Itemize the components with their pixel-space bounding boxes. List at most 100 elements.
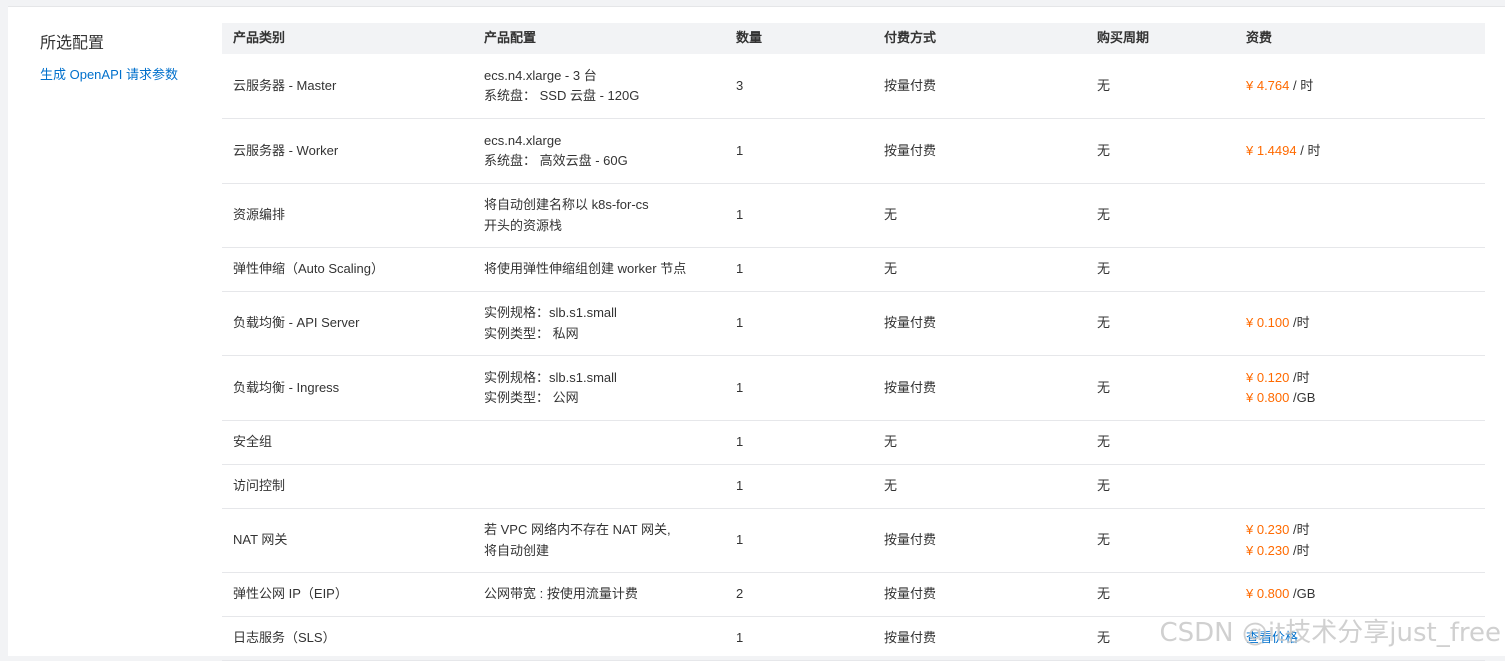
cell-period: 无 — [1097, 315, 1111, 331]
config-line: ecs.n4.xlarge — [484, 132, 562, 148]
cell-quantity: 1 — [736, 261, 744, 277]
cell-payment: 按量付费 — [884, 142, 937, 158]
cell-payment: 按量付费 — [884, 315, 937, 331]
config-panel: 所选配置 生成 OpenAPI 请求参数 产品类别 产品配置 数量 付费方式 购… — [8, 6, 1505, 661]
cell-category: 安全组 — [233, 434, 273, 450]
config-line: 实例类型： 私网 — [484, 325, 579, 341]
table-body: 云服务器 - Master ecs.n4.xlarge - 3 台系统盘： SSD… — [222, 54, 1485, 661]
fee-line: ¥ 1.4494 / 时 — [1246, 141, 1485, 162]
config-line: 系统盘： SSD 云盘 - 120G — [484, 88, 640, 103]
header-category: 产品类别 — [233, 30, 286, 46]
fee-line: ¥ 0.100 /时 — [1246, 313, 1485, 334]
cell-config: 将使用弹性伸缩组创建 worker 节点 — [473, 259, 725, 280]
cell-config: 实例规格：slb.s1.small 实例类型： 私网 — [473, 303, 725, 344]
cell-period: 无 — [1097, 478, 1111, 494]
fee-unit: /时 — [1289, 522, 1310, 537]
generate-openapi-link[interactable]: 生成 OpenAPI 请求参数 — [40, 64, 178, 83]
cell-quantity: 1 — [736, 630, 744, 646]
cell-fee: ¥ 0.100 /时 — [1235, 313, 1485, 334]
config-line: 实例类型： 公网 — [484, 390, 579, 405]
cell-config: ecs.n4.xlarge 系统盘： 高效云盘 - 60G — [473, 131, 725, 172]
cell-category: 负载均衡 - API Server — [233, 315, 360, 331]
cell-fee: ¥ 1.4494 / 时 — [1235, 141, 1485, 162]
cell-payment: 按量付费 — [884, 532, 937, 548]
cell-fee: ¥ 0.230 /时 ¥ 0.230 /时 — [1235, 520, 1485, 561]
table-row: 弹性公网 IP（EIP） 公网带宽 : 按使用流量计费 2 按量付费 无 ¥ 0.800 … — [222, 573, 1485, 617]
cell-category: 访问控制 — [233, 478, 286, 494]
fee-price: ¥ 0.800 — [1246, 586, 1290, 602]
cell-period: 无 — [1097, 532, 1111, 548]
cell-quantity: 1 — [736, 142, 744, 158]
table-row: 云服务器 - Master ecs.n4.xlarge - 3 台系统盘： SSD… — [222, 54, 1485, 119]
cell-config: ecs.n4.xlarge - 3 台系统盘： SSD 云盘 - 120G — [473, 66, 725, 107]
cell-period: 无 — [1097, 207, 1111, 223]
cell-quantity: 1 — [736, 532, 744, 548]
header-config: 产品配置 — [484, 30, 537, 46]
cell-config: 将自动创建名称以 k8s-for-cs 开头的资源栈 — [473, 195, 725, 236]
fee-unit: /GB — [1289, 586, 1316, 602]
cell-period: 无 — [1097, 630, 1111, 646]
table-row: 云服务器 - Worker ecs.n4.xlarge 系统盘： 高效云盘 - 60… — [222, 119, 1485, 184]
table-row: 访问控制 1 无 无 — [222, 465, 1485, 509]
cell-category: 云服务器 - Worker — [233, 142, 339, 158]
table-row: 资源编排 将自动创建名称以 k8s-for-cs 开头的资源栈 1 无 无 — [222, 184, 1485, 248]
cell-payment: 按量付费 — [884, 77, 937, 93]
cell-fee: ¥ 0.800 /GB — [1235, 584, 1485, 605]
cell-fee: 查看价格 — [1235, 628, 1485, 649]
table-header: 产品类别 产品配置 数量 付费方式 购买周期 资费 — [222, 23, 1485, 54]
cell-category: 日志服务（SLS） — [233, 630, 336, 646]
fee-unit: /时 — [1289, 369, 1310, 385]
table-row: 弹性伸缩（Auto Scaling） 将使用弹性伸缩组创建 worker 节点 1 无… — [222, 248, 1485, 292]
fee-line: ¥ 4.764 / 时 — [1246, 76, 1485, 97]
header-period: 购买周期 — [1097, 30, 1150, 46]
fee-unit: / 时 — [1296, 142, 1321, 158]
cell-payment: 按量付费 — [884, 630, 937, 646]
cell-period: 无 — [1097, 586, 1111, 602]
fee-price: ¥ 0.100 — [1246, 315, 1290, 331]
view-price-link[interactable]: 查看价格 — [1246, 630, 1298, 645]
table-row: NAT 网关 若 VPC 网络内不存在 NAT 网关, 将自动创建 1 按量付费 无 ¥ 0… — [222, 509, 1485, 573]
cell-config: 实例规格：slb.s1.small 实例类型： 公网 — [473, 368, 725, 409]
config-line: ecs.n4.xlarge - 3 台 — [484, 67, 597, 83]
fee-price: ¥ 4.764 — [1246, 77, 1290, 93]
cell-category: 云服务器 - Master — [233, 77, 337, 93]
cell-category: 弹性伸缩（Auto Scaling） — [233, 261, 384, 277]
header-fee: 资费 — [1246, 30, 1273, 46]
table-row: 安全组 1 无 无 — [222, 421, 1485, 465]
cell-category: 弹性公网 IP（EIP） — [233, 586, 348, 602]
cell-payment: 无 — [884, 478, 898, 494]
cell-period: 无 — [1097, 261, 1111, 277]
cell-category: 负载均衡 - Ingress — [233, 379, 340, 395]
config-table: 产品类别 产品配置 数量 付费方式 购买周期 资费 云服务器 - Master e… — [222, 23, 1485, 661]
cell-category: NAT 网关 — [233, 532, 288, 548]
cell-quantity: 3 — [736, 77, 744, 93]
config-line: 系统盘： 高效云盘 - 60G — [484, 153, 628, 168]
cell-quantity: 1 — [736, 379, 744, 395]
cell-config: 公网带宽 : 按使用流量计费 — [473, 584, 725, 605]
config-line: 若 VPC 网络内不存在 NAT 网关, — [484, 522, 671, 537]
header-quantity: 数量 — [736, 30, 763, 46]
cell-quantity: 1 — [736, 315, 744, 331]
fee-price: ¥ 1.4494 — [1246, 142, 1297, 158]
cell-payment: 无 — [884, 207, 898, 223]
cell-payment: 无 — [884, 434, 898, 450]
config-line: 将自动创建名称以 k8s-for-cs — [484, 197, 649, 212]
header-payment: 付费方式 — [884, 30, 937, 46]
config-line: 公网带宽 : 按使用流量计费 — [484, 586, 638, 602]
fee-line: ¥ 0.230 /时 — [1246, 541, 1485, 562]
selected-config-title: 所选配置 — [40, 35, 105, 52]
fee-price: ¥ 0.800 — [1246, 390, 1290, 405]
cell-quantity: 2 — [736, 586, 744, 602]
fee-line: ¥ 0.230 /时 — [1246, 520, 1485, 541]
cell-config: 若 VPC 网络内不存在 NAT 网关, 将自动创建 — [473, 520, 725, 561]
fee-line: ¥ 0.120 /时 — [1246, 368, 1485, 389]
config-line: 实例规格：slb.s1.small — [484, 305, 617, 320]
cell-payment: 按量付费 — [884, 379, 937, 395]
cell-fee: ¥ 0.120 /时 ¥ 0.800 /GB — [1235, 368, 1485, 409]
cell-quantity: 1 — [736, 478, 744, 494]
config-line: 开头的资源栈 — [484, 217, 563, 233]
cell-quantity: 1 — [736, 434, 744, 450]
cell-period: 无 — [1097, 434, 1111, 450]
table-row: 负载均衡 - Ingress 实例规格：slb.s1.small 实例类型： 公网 1… — [222, 356, 1485, 421]
cell-payment: 按量付费 — [884, 586, 937, 602]
